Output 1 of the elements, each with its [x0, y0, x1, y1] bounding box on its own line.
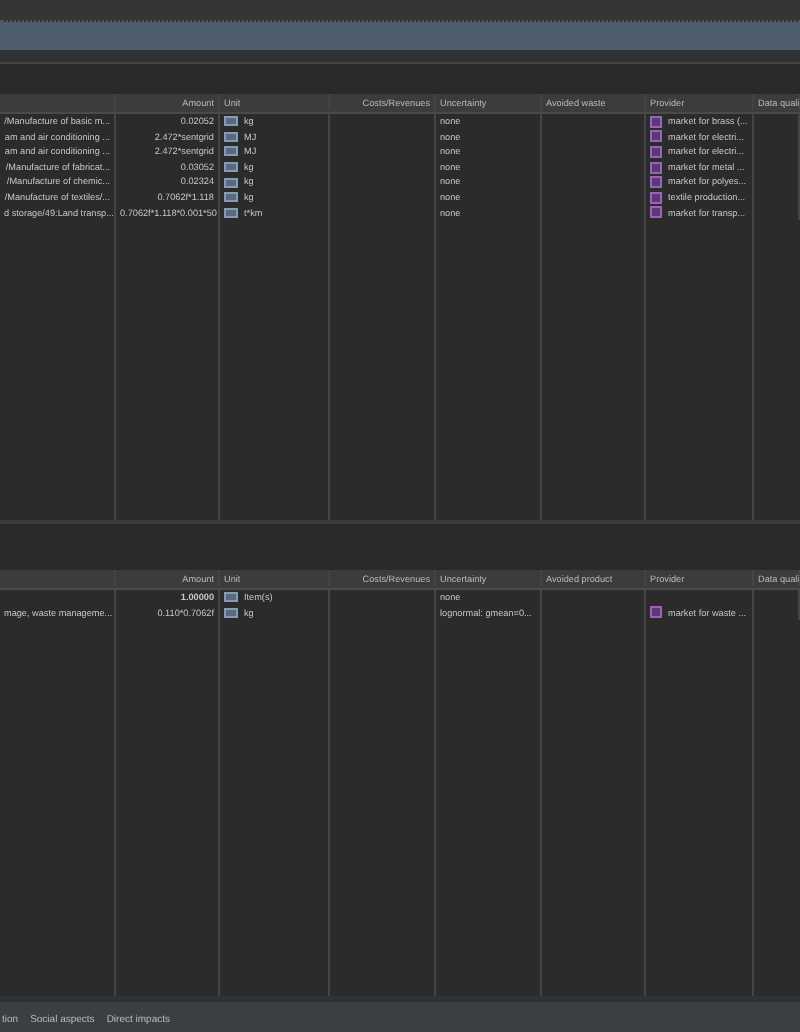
process-icon: [650, 606, 662, 619]
